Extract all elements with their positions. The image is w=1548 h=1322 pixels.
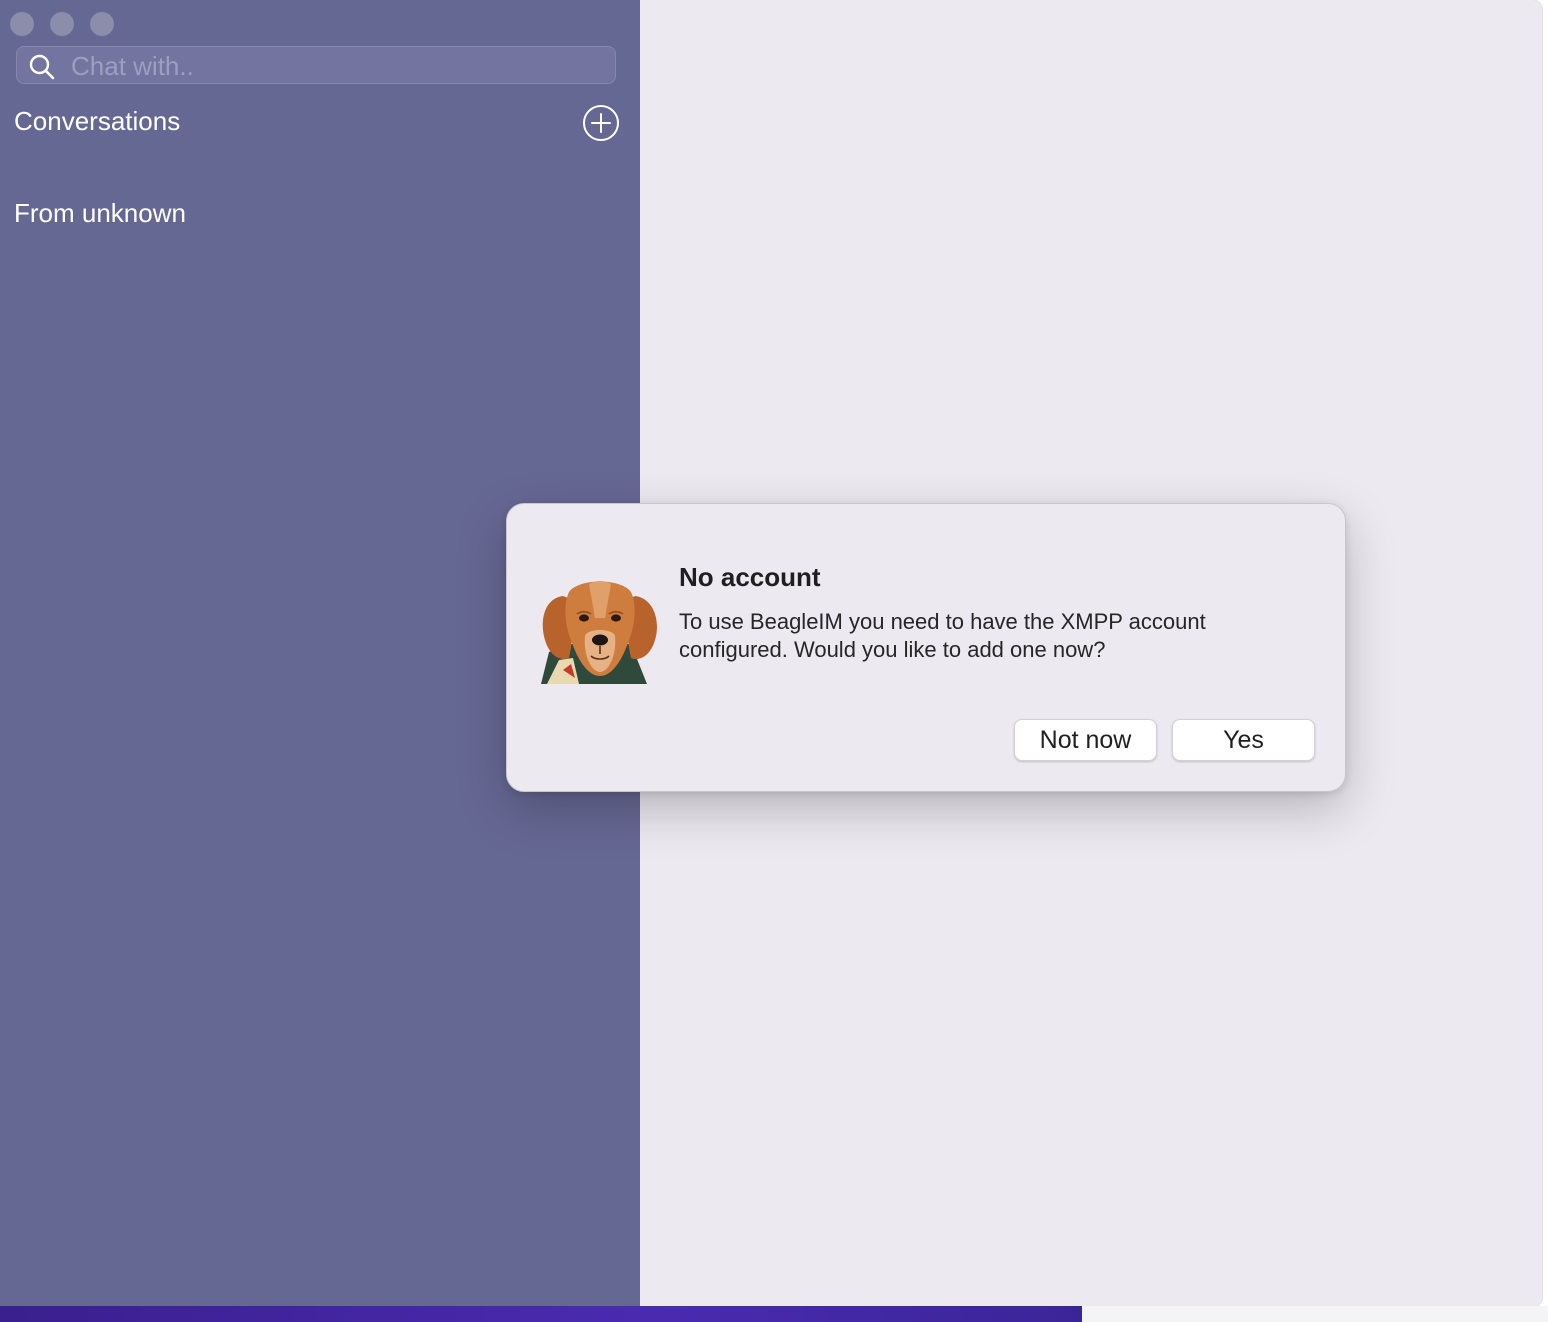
plus-circle-icon [582,105,620,146]
search-input[interactable] [69,49,603,83]
window-zoom-button[interactable] [90,12,114,36]
not-now-button[interactable]: Not now [1014,719,1157,761]
yes-button[interactable]: Yes [1172,719,1315,761]
search-field[interactable] [16,46,616,84]
window-close-button[interactable] [10,12,34,36]
add-conversation-button[interactable] [582,104,620,142]
beagle-dog-icon [539,574,661,684]
window-minimize-button[interactable] [50,12,74,36]
alert-message: To use BeagleIM you need to have the XMP… [679,609,1206,662]
alert-title: No account [679,562,821,592]
search-icon [29,54,55,80]
no-account-alert: No account To use BeagleIM you need to h… [506,503,1346,792]
desktop-background-right [1082,1306,1548,1322]
from-unknown-header: From unknown [14,198,186,228]
conversations-header: Conversations [14,106,181,136]
desktop-background [0,1306,1082,1322]
